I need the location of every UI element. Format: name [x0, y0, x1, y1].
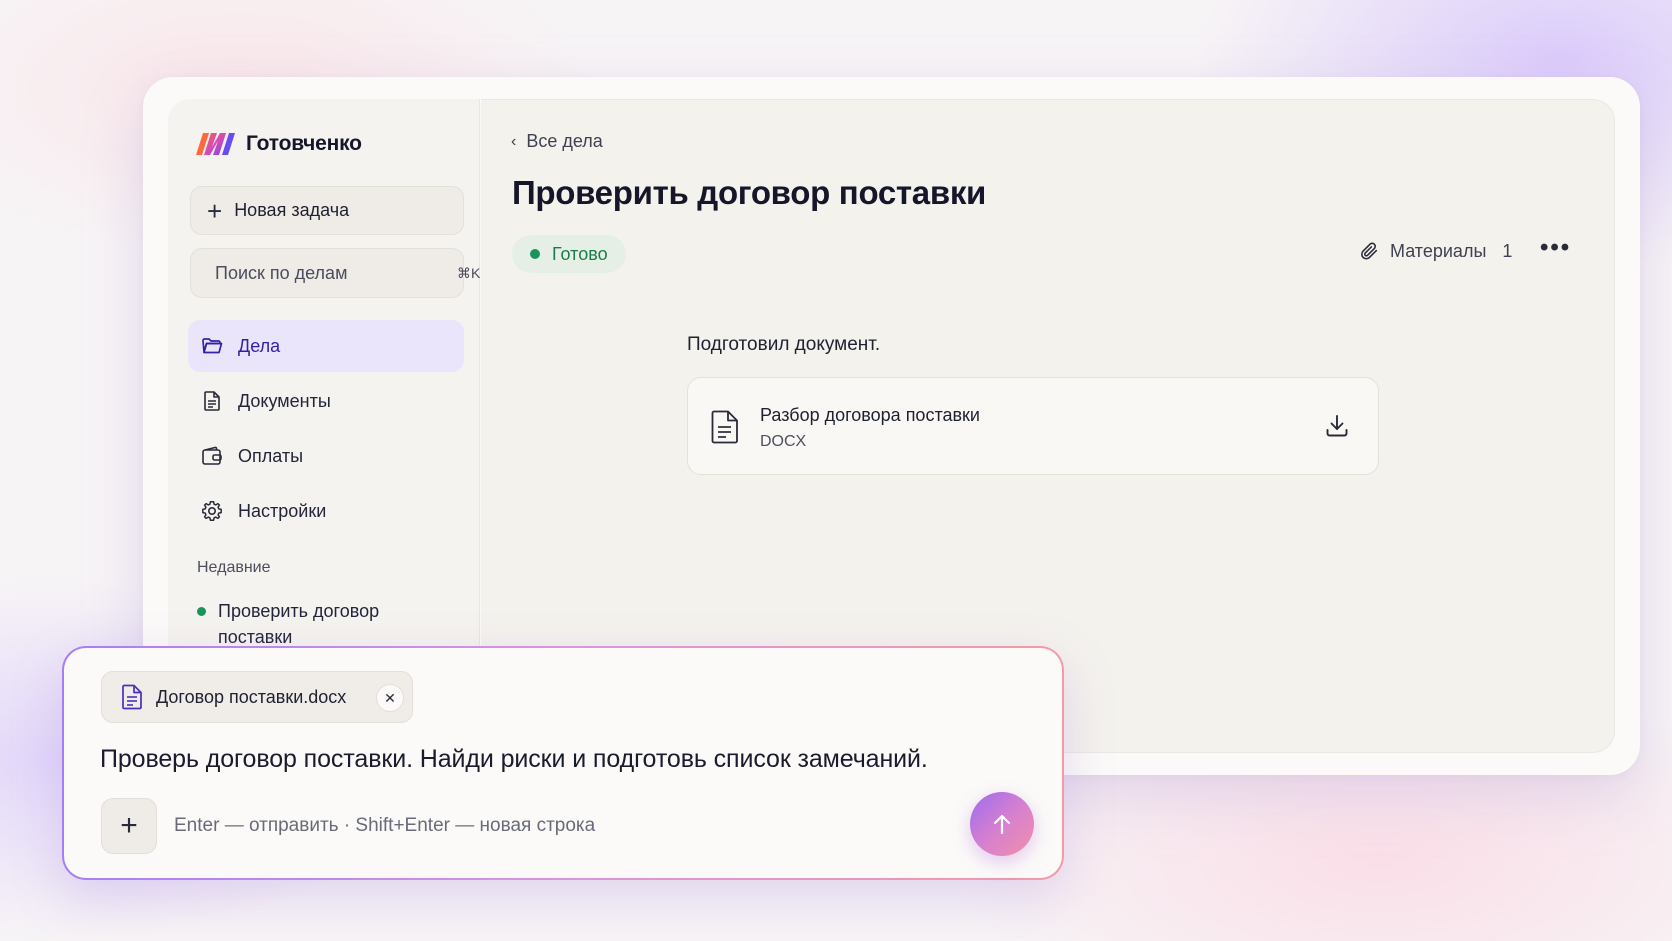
recent-section-title: Недавние — [197, 559, 271, 576]
sidebar-item-settings[interactable]: Настройки — [188, 485, 464, 537]
remove-attachment-button[interactable]: ✕ — [376, 684, 404, 712]
sidebar-item-label: Настройки — [238, 500, 327, 521]
status-label: Готово — [552, 243, 608, 264]
document-type: DOCX — [760, 433, 807, 450]
logo-icon — [196, 133, 235, 155]
composer: Договор поставки.docx ✕ Проверь договор … — [62, 646, 1064, 880]
recent-item-label: Проверить договор поставки — [218, 601, 380, 647]
folder-icon — [202, 338, 223, 354]
paperclip-icon — [1361, 242, 1378, 260]
app-name: Готовченко — [246, 132, 362, 155]
document-icon — [204, 391, 220, 411]
document-card[interactable]: Разбор договора поставки DOCX — [687, 377, 1379, 475]
gear-icon — [202, 501, 222, 521]
plus-icon: + — [207, 195, 223, 226]
status-badge: Готово — [512, 235, 626, 273]
wallet-icon — [202, 446, 222, 465]
chevron-left-icon: ‹ — [511, 132, 517, 150]
search-box[interactable]: ⌘K — [190, 248, 480, 298]
materials-count: 1 — [1502, 240, 1513, 261]
document-icon — [122, 684, 142, 710]
sidebar-item-payments[interactable]: Оплаты — [188, 430, 464, 482]
send-button[interactable] — [970, 792, 1034, 856]
document-name: Разбор договора поставки — [760, 405, 980, 425]
status-dot — [197, 607, 206, 616]
attachment-name: Договор поставки.docx — [156, 686, 347, 707]
sidebar-item-documents[interactable]: Документы — [188, 375, 464, 427]
sidebar-nav: Дела Документы Оплаты Настройки — [188, 320, 464, 540]
breadcrumb[interactable]: ‹ Все дела — [511, 131, 603, 152]
download-icon[interactable] — [1324, 413, 1350, 439]
sidebar-item-label: Документы — [238, 390, 331, 411]
new-task-button[interactable]: + Новая задача — [190, 186, 464, 235]
sidebar-item-label: Оплаты — [238, 445, 304, 466]
recent-item[interactable]: Проверить договор поставки — [197, 598, 437, 650]
message-input[interactable] — [174, 811, 824, 841]
attachment-chip: Договор поставки.docx ✕ — [101, 671, 413, 723]
composer-body: Договор поставки.docx ✕ Проверь договор … — [64, 648, 1062, 878]
page-title: Проверить договор поставки — [512, 174, 987, 211]
app-logo: Готовченко — [194, 131, 362, 157]
search-shortcut: ⌘K — [457, 264, 481, 281]
search-input[interactable] — [215, 262, 447, 284]
materials-button[interactable]: Материалы 1 — [1358, 240, 1512, 262]
prompt-text[interactable]: Проверь договор поставки. Найди риски и … — [100, 745, 928, 774]
add-attachment-button[interactable]: + — [101, 798, 157, 854]
arrow-up-icon — [993, 814, 1011, 835]
new-task-label: Новая задача — [234, 200, 350, 220]
materials-label: Материалы — [1390, 240, 1487, 261]
more-options-icon[interactable]: ••• — [1540, 236, 1571, 260]
agent-message: Подготовил документ. — [687, 334, 881, 355]
status-dot — [530, 249, 540, 259]
breadcrumb-link: Все дела — [526, 131, 603, 151]
document-icon — [711, 410, 738, 444]
sidebar-item-label: Дела — [238, 335, 281, 356]
sidebar-item-cases[interactable]: Дела — [188, 320, 464, 372]
